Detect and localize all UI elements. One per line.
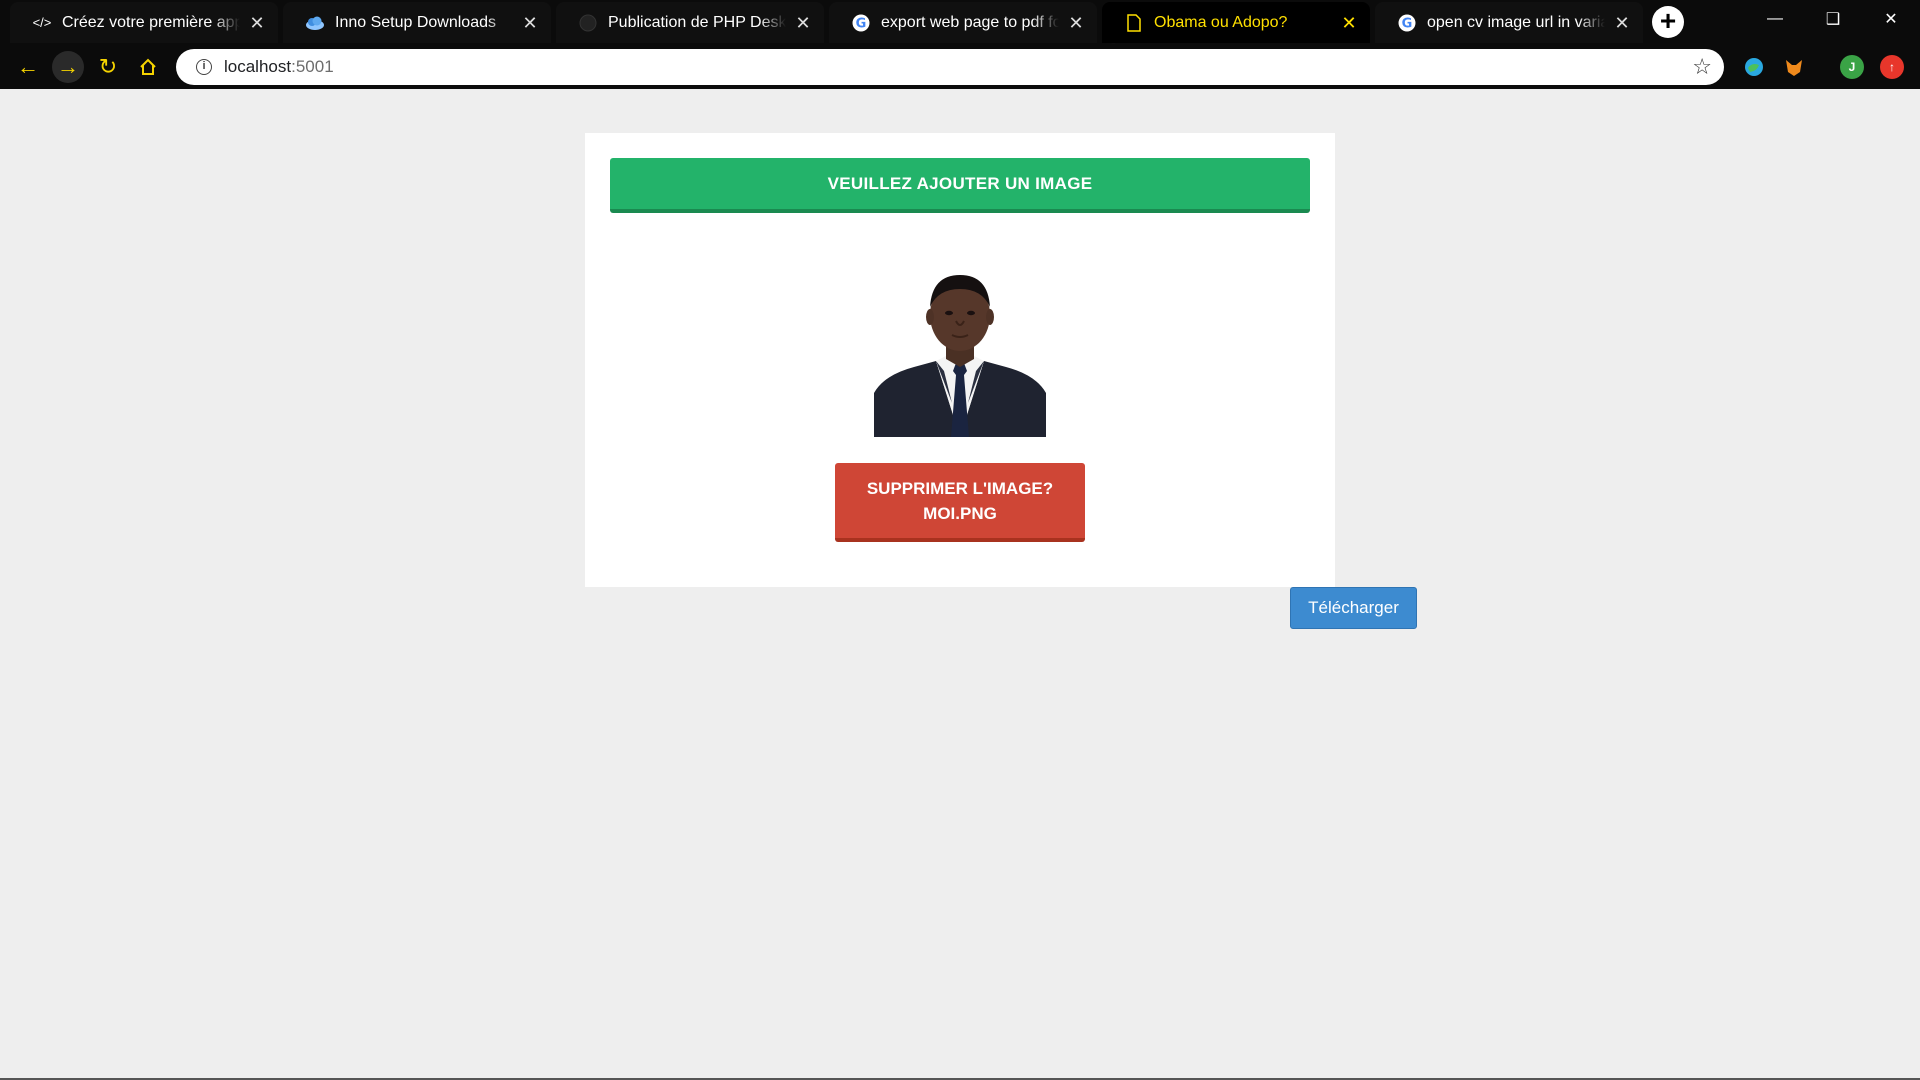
minimize-icon[interactable]: —	[1746, 0, 1804, 38]
uploaded-image-preview	[874, 263, 1046, 437]
new-tab-button[interactable]: +	[1652, 6, 1684, 38]
tab-title: Inno Setup Downloads	[335, 13, 496, 31]
browser-chrome: </> Créez votre première applica ✕ Inno …	[0, 0, 1920, 89]
close-icon[interactable]: ✕	[794, 14, 812, 32]
google-icon: G	[1397, 13, 1417, 33]
reload-icon[interactable]: ↻	[92, 51, 124, 83]
upload-card: VEUILLEZ AJOUTER UN IMAGE SUPPRIMER L'IM…	[585, 133, 1335, 587]
close-icon[interactable]: ✕	[1613, 14, 1631, 32]
maximize-icon[interactable]: ❑	[1804, 0, 1862, 38]
tab-5[interactable]: G open cv image url in variable ✕	[1375, 2, 1643, 43]
cloud-icon	[305, 13, 325, 33]
tab-title: Créez votre première applica	[62, 13, 240, 31]
tab-3[interactable]: G export web page to pdf form ✕	[829, 2, 1097, 43]
update-arrow-icon[interactable]: ↑	[1880, 55, 1904, 79]
extension-fox-icon[interactable]	[1782, 55, 1806, 79]
back-arrow-icon[interactable]: ←	[12, 51, 44, 83]
tab-2[interactable]: Publication de PHP Desktop ✕	[556, 2, 824, 43]
tab-title: Publication de PHP Desktop	[608, 13, 786, 31]
info-icon[interactable]: i	[196, 59, 212, 75]
bookmark-star-icon[interactable]: ☆	[1692, 54, 1712, 80]
page-icon	[1124, 13, 1144, 33]
tab-1[interactable]: Inno Setup Downloads ✕	[283, 2, 551, 43]
remove-image-button[interactable]: SUPPRIMER L'IMAGE? MOI.PNG	[835, 463, 1085, 542]
svg-text:G: G	[1402, 16, 1413, 31]
window-controls: — ❑ ✕	[1746, 0, 1920, 38]
url-host: localhost	[224, 57, 292, 76]
github-icon	[578, 13, 598, 33]
close-icon[interactable]: ✕	[248, 14, 266, 32]
download-button[interactable]: Télécharger	[1290, 587, 1417, 629]
close-icon[interactable]: ✕	[1340, 14, 1358, 32]
avatar[interactable]: J	[1840, 55, 1864, 79]
close-icon[interactable]: ✕	[1067, 14, 1085, 32]
browser-toolbar: ← → ↻ i localhost:5001 ☆ J ↑	[0, 45, 1920, 89]
forward-arrow-icon[interactable]: →	[52, 51, 84, 83]
svg-text:G: G	[856, 16, 867, 31]
tab-title: export web page to pdf form	[881, 13, 1059, 31]
address-bar[interactable]: i localhost:5001 ☆	[176, 49, 1724, 85]
tab-strip: </> Créez votre première applica ✕ Inno …	[0, 0, 1920, 45]
tab-0[interactable]: </> Créez votre première applica ✕	[10, 2, 278, 43]
google-icon: G	[851, 13, 871, 33]
tab-4[interactable]: Obama ou Adopo? ✕	[1102, 2, 1370, 43]
close-icon[interactable]: ✕	[521, 14, 539, 32]
url-port: :5001	[291, 57, 334, 76]
close-window-icon[interactable]: ✕	[1862, 0, 1920, 38]
page-content: VEUILLEZ AJOUTER UN IMAGE SUPPRIMER L'IM…	[0, 89, 1920, 1078]
remove-image-filename: MOI.PNG	[923, 503, 997, 523]
home-icon[interactable]	[132, 51, 164, 83]
extension-earth-icon[interactable]	[1742, 55, 1766, 79]
add-image-button[interactable]: VEUILLEZ AJOUTER UN IMAGE	[610, 158, 1310, 213]
tab-title: open cv image url in variable	[1427, 13, 1605, 31]
code-icon: </>	[32, 15, 52, 30]
tab-title: Obama ou Adopo?	[1154, 13, 1288, 31]
remove-image-label: SUPPRIMER L'IMAGE?	[866, 478, 1054, 498]
